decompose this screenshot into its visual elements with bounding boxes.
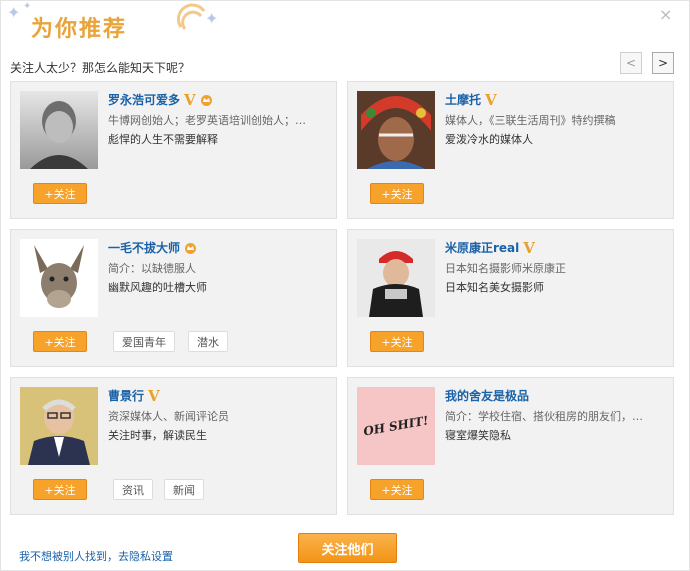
sparkle-icon: ✦ xyxy=(7,3,21,22)
privacy-settings-link[interactable]: 我不想被别人找到，去隐私设置 xyxy=(19,548,173,564)
tag[interactable]: 潜水 xyxy=(188,331,228,352)
crown-icon xyxy=(185,242,197,254)
prev-page-button[interactable]: < xyxy=(620,52,642,74)
tag[interactable]: 新闻 xyxy=(164,479,204,500)
tag[interactable]: 爱国青年 xyxy=(113,331,175,352)
follow-button[interactable]: +关注 xyxy=(370,331,424,352)
user-intro: 媒体人，《三联生活周刊》特约撰稿 xyxy=(445,114,616,127)
avatar[interactable] xyxy=(20,239,98,317)
recommend-dialog: ✦ ✦ ✦ 为你推荐 × 关注人太少？那怎么能知天下呢？ < > 罗永浩可爱多 … xyxy=(0,0,690,571)
user-name[interactable]: 曹景行 xyxy=(108,387,144,404)
user-card: OH SHIT! 我的舍友是极品 简介：学校住宿、搭伙租房的朋友们，… 寝室爆笑… xyxy=(347,377,674,515)
user-name[interactable]: 一毛不拔大师 xyxy=(108,239,180,256)
user-desc: 彪悍的人生不需要解释 xyxy=(108,133,218,146)
follow-button[interactable]: +关注 xyxy=(370,479,424,500)
avatar[interactable] xyxy=(357,91,435,169)
follow-button[interactable]: +关注 xyxy=(33,331,87,352)
user-intro: 日本知名摄影师米原康正 xyxy=(445,262,566,275)
avatar-text: OH SHIT! xyxy=(362,413,430,439)
user-card: 一毛不拔大师 简介：以缺德服人 幽默风趣的吐槽大师 +关注 爱国青年 潜水 xyxy=(10,229,337,367)
user-desc: 寝室爆笑隐私 xyxy=(445,429,511,442)
user-name[interactable]: 土摩托 xyxy=(445,91,481,108)
follow-all-button[interactable]: 关注他们 xyxy=(298,533,397,563)
user-desc: 幽默风趣的吐槽大师 xyxy=(108,281,207,294)
user-card: 罗永浩可爱多 V 牛博网创始人；老罗英语培训创始人；… 彪悍的人生不需要解释 +… xyxy=(10,81,337,219)
follow-button[interactable]: +关注 xyxy=(33,183,87,204)
user-desc: 爱泼冷水的媒体人 xyxy=(445,133,533,146)
verified-icon: V xyxy=(485,90,497,109)
user-intro: 牛博网创始人；老罗英语培训创始人；… xyxy=(108,114,306,127)
user-desc: 日本知名美女摄影师 xyxy=(445,281,544,294)
user-intro: 资深媒体人、新闻评论员 xyxy=(108,410,229,423)
follow-button[interactable]: +关注 xyxy=(370,183,424,204)
avatar[interactable]: OH SHIT! xyxy=(357,387,435,465)
follow-button[interactable]: +关注 xyxy=(33,479,87,500)
subtitle-text: 关注人太少？那怎么能知天下呢？ xyxy=(10,61,191,75)
avatar[interactable] xyxy=(20,387,98,465)
user-card: 土摩托 V 媒体人，《三联生活周刊》特约撰稿 爱泼冷水的媒体人 +关注 xyxy=(347,81,674,219)
avatar[interactable] xyxy=(357,239,435,317)
user-intro: 简介：以缺德服人 xyxy=(108,262,196,275)
dialog-header: ✦ ✦ ✦ 为你推荐 × xyxy=(1,1,689,47)
close-icon[interactable]: × xyxy=(659,5,672,24)
verified-icon: V xyxy=(148,386,160,405)
tag[interactable]: 资讯 xyxy=(113,479,153,500)
user-name[interactable]: 罗永浩可爱多 xyxy=(108,91,180,108)
user-card: 米原康正real V 日本知名摄影师米原康正 日本知名美女摄影师 +关注 xyxy=(347,229,674,367)
user-name[interactable]: 我的舍友是极品 xyxy=(445,387,529,404)
verified-icon: V xyxy=(523,238,535,257)
verified-icon: V xyxy=(184,90,196,109)
next-page-button[interactable]: > xyxy=(652,52,674,74)
user-desc: 关注时事，解读民生 xyxy=(108,429,207,442)
dialog-title: 为你推荐 xyxy=(31,16,128,42)
crown-icon xyxy=(200,94,212,106)
user-card: 曹景行 V 资深媒体人、新闻评论员 关注时事，解读民生 +关注 资讯 新闻 xyxy=(10,377,337,515)
signal-arc-icon xyxy=(176,3,206,30)
user-name[interactable]: 米原康正real xyxy=(445,239,519,256)
user-intro: 简介：学校住宿、搭伙租房的朋友们，… xyxy=(445,410,643,423)
avatar[interactable] xyxy=(20,91,98,169)
